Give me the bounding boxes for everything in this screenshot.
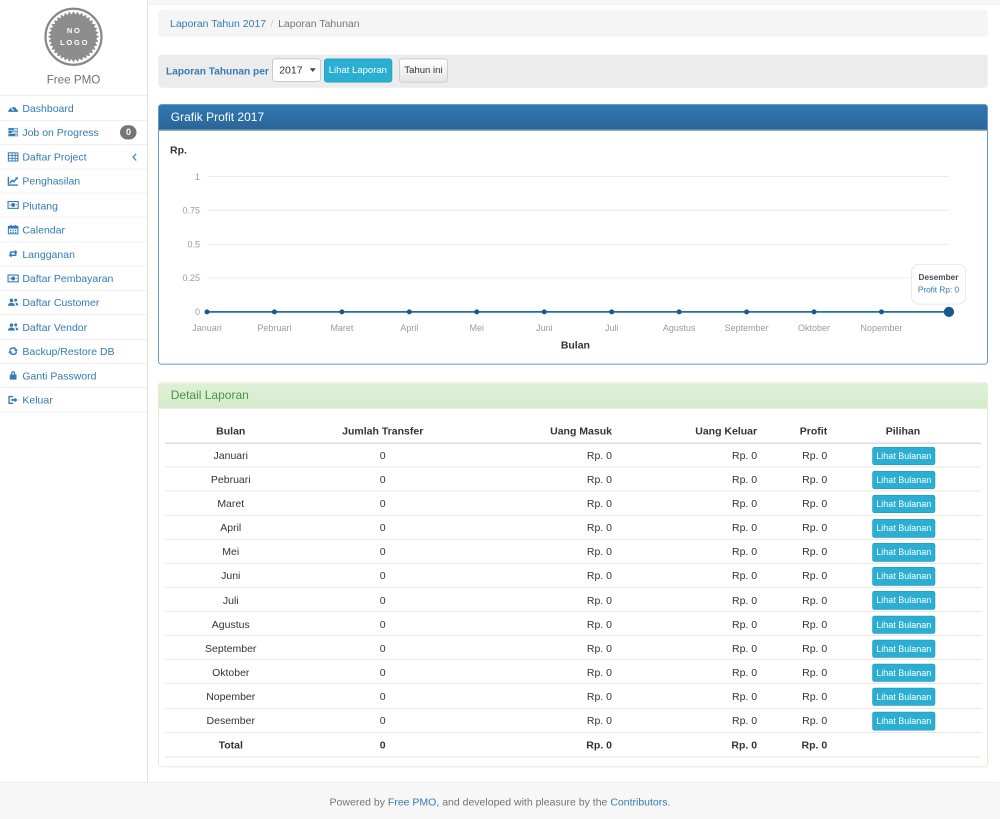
svg-text:Rp.: Rp. — [170, 145, 187, 156]
svg-text:Oktober: Oktober — [798, 323, 830, 333]
svg-text:Januari: Januari — [192, 323, 221, 333]
svg-text:Juni: Juni — [536, 323, 552, 333]
svg-text:Nopember: Nopember — [860, 323, 902, 333]
svg-text:April: April — [400, 323, 418, 333]
svg-text:0: 0 — [195, 307, 200, 317]
svg-text:NO: NO — [67, 26, 82, 35]
svg-text:Maret: Maret — [330, 323, 353, 333]
svg-text:1: 1 — [195, 172, 200, 182]
svg-text:0.75: 0.75 — [182, 205, 200, 215]
svg-text:Bulan: Bulan — [561, 340, 590, 351]
svg-text:Pebruari: Pebruari — [257, 323, 291, 333]
svg-text:Mei: Mei — [469, 323, 483, 333]
svg-text:September: September — [724, 323, 768, 333]
svg-text:0.25: 0.25 — [182, 273, 200, 283]
svg-text:Agustus: Agustus — [663, 323, 696, 333]
svg-text:0.5: 0.5 — [187, 239, 200, 249]
svg-text:Juli: Juli — [605, 323, 618, 333]
svg-text:LOGO: LOGO — [60, 38, 89, 47]
